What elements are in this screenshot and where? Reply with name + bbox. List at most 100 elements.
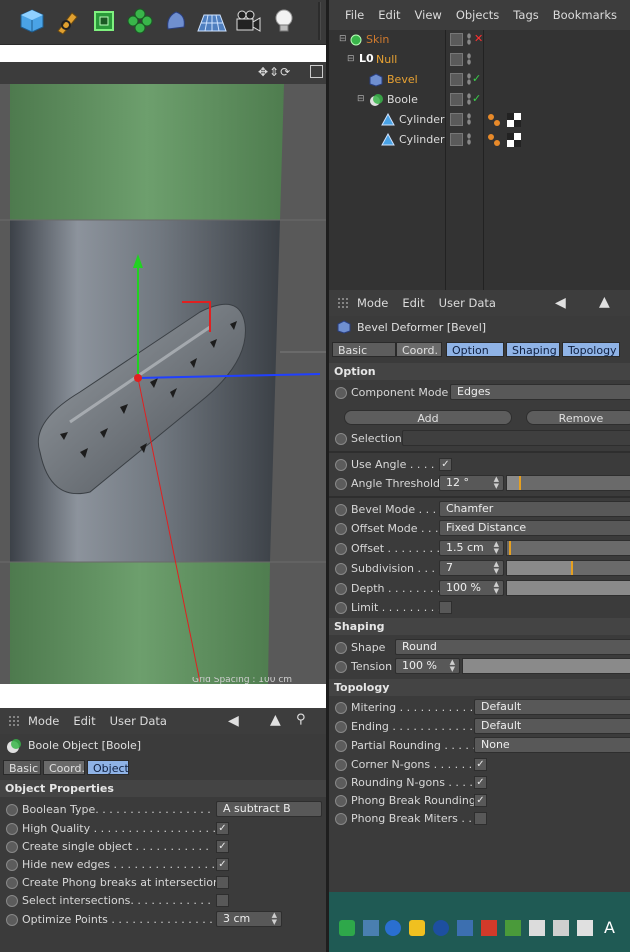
animate-radio[interactable] [6,895,18,907]
phong-break-rounding-checkbox[interactable]: ✓ [474,794,487,807]
tab-topology[interactable]: Topology [562,342,620,357]
tab-basic[interactable]: Basic [332,342,396,357]
viewport-nav-icons[interactable]: ✥⇕⟳ [258,65,291,79]
menu-mode[interactable]: Mode [357,296,388,310]
offset-input[interactable]: 1.5 cm ▲ ▼ [439,540,504,556]
component-mode-dropdown[interactable]: Edges [450,384,630,400]
visibility-dots[interactable] [467,133,471,145]
tree-row-null[interactable]: ⊟ L0 Null [329,50,630,70]
animate-radio[interactable] [335,583,347,595]
subdivision-input[interactable]: 7 ▲ ▼ [439,560,504,576]
visibility-dots[interactable] [467,33,471,45]
menu-user-data[interactable]: User Data [110,714,167,728]
animate-radio[interactable] [335,642,347,654]
angle-threshold-slider[interactable] [506,475,630,491]
volume-icon[interactable] [577,920,593,936]
3d-viewport[interactable] [0,62,326,684]
object-name[interactable]: Boole [387,93,418,106]
animate-radio[interactable] [335,459,347,471]
cursor-icon[interactable]: ▲ [599,294,610,310]
depth-slider[interactable] [506,580,630,596]
limit-checkbox[interactable] [439,601,452,614]
menu-mode[interactable]: Mode [28,714,59,728]
tab-shaping[interactable]: Shaping [506,342,560,357]
animate-radio[interactable] [335,661,347,673]
texture-tag-icon[interactable] [507,133,521,147]
menu-file[interactable]: File [345,8,364,22]
phong-tag-icon[interactable] [487,113,501,127]
animate-radio[interactable] [6,914,18,926]
cursor-icon[interactable]: ▲ [270,712,281,728]
animate-radio[interactable] [335,433,347,445]
tab-option[interactable]: Option [446,342,504,357]
nvidia-icon[interactable] [505,920,521,936]
layer-swatch[interactable] [450,133,463,146]
qq-icon[interactable] [385,920,401,936]
light-bulb-icon[interactable] [268,4,300,38]
create-single-object-checkbox[interactable]: ✓ [216,840,229,853]
ending-dropdown[interactable]: Default [474,718,630,734]
animate-radio[interactable] [335,813,347,825]
animate-radio[interactable] [6,823,18,835]
tree-row-cylinder[interactable]: Cylinder [329,110,630,130]
shape-dropdown[interactable]: Round [395,639,630,655]
animate-radio[interactable] [335,795,347,807]
phong-tag-icon[interactable] [487,133,501,147]
speaker-muted-icon[interactable] [481,920,497,936]
create-phong-breaks-checkbox[interactable] [216,876,229,889]
animate-radio[interactable] [6,877,18,889]
menu-edit[interactable]: Edit [402,296,424,310]
depth-input[interactable]: 100 % ▲ ▼ [439,580,504,596]
animate-radio[interactable] [6,804,18,816]
menu-edit[interactable]: Edit [73,714,95,728]
tree-row-bevel[interactable]: Bevel ✓ [329,70,630,90]
tab-object[interactable]: Object [87,760,129,775]
enabled-check-icon[interactable]: ✓ [472,72,481,85]
network-error-icon[interactable] [529,920,545,936]
enabled-check-icon[interactable]: ✓ [472,92,481,105]
panel-grip-icon[interactable] [337,297,349,309]
use-angle-checkbox[interactable]: ✓ [439,458,452,471]
chat-app-icon[interactable] [339,920,355,936]
animate-radio[interactable] [335,523,347,535]
back-arrow-icon[interactable]: ◀ [555,295,566,311]
animate-radio[interactable] [335,759,347,771]
search-icon[interactable]: ⚲ [296,712,306,727]
animate-radio[interactable] [335,387,347,399]
visibility-dots[interactable] [467,53,471,65]
tree-row-skin[interactable]: ⊟ Skin ✕ [329,30,630,50]
device-icon[interactable] [553,920,569,936]
visibility-dots[interactable] [467,113,471,125]
security-icon[interactable] [433,920,449,936]
menu-view[interactable]: View [415,8,442,22]
animate-radio[interactable] [335,478,347,490]
animate-radio[interactable] [335,702,347,714]
phong-break-miters-checkbox[interactable] [474,812,487,825]
animate-radio[interactable] [335,777,347,789]
tree-row-cylinder[interactable]: Cylinder [329,130,630,150]
animate-radio[interactable] [335,602,347,614]
object-name[interactable]: Null [376,53,397,66]
layer-swatch[interactable] [450,93,463,106]
angle-threshold-input[interactable]: 12 ° ▲ ▼ [439,475,504,491]
animate-radio[interactable] [335,740,347,752]
cloner-icon[interactable] [124,4,156,38]
animate-radio[interactable] [335,504,347,516]
tab-basic[interactable]: Basic [3,760,41,775]
tab-coord[interactable]: Coord. [396,342,442,357]
animate-radio[interactable] [335,563,347,575]
high-quality-checkbox[interactable]: ✓ [216,822,229,835]
menu-tags[interactable]: Tags [513,8,538,22]
disabled-x-icon[interactable]: ✕ [474,32,483,45]
tension-input[interactable]: 100 % ▲ ▼ [395,658,460,674]
layer-swatch[interactable] [450,73,463,86]
panel-grip-icon[interactable] [8,715,20,727]
offset-slider[interactable] [506,540,630,556]
object-name[interactable]: Cylinder [399,133,445,146]
menu-bookmarks[interactable]: Bookmarks [553,8,617,22]
visibility-dots[interactable] [467,93,471,105]
visibility-dots[interactable] [467,73,471,85]
layer-swatch[interactable] [450,53,463,66]
subdivision-surface-icon[interactable] [88,4,120,38]
upload-icon[interactable] [457,920,473,936]
